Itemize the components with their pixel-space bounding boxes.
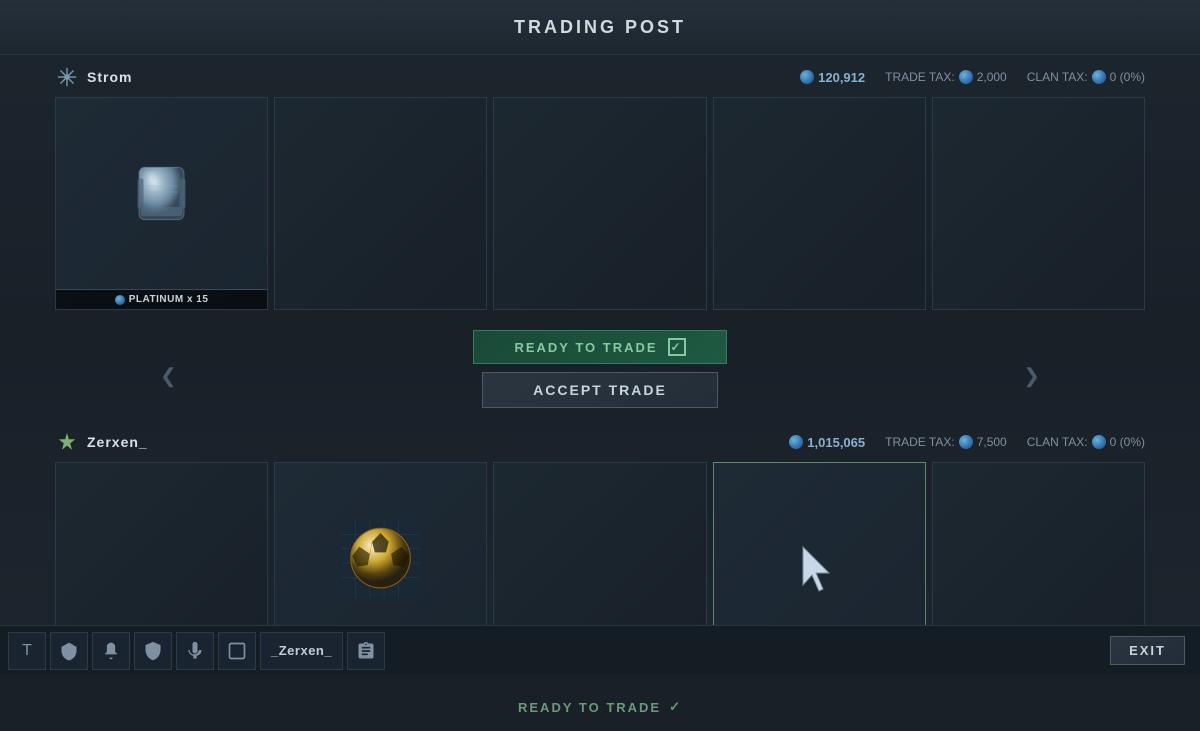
bottom-checkmark-icon: ✓	[669, 691, 682, 723]
player2-tax-info: 1,015,065 TRADE TAX: 7,500 CLAN TAX: 0 (…	[789, 435, 1145, 450]
player1-name-row: Strom	[55, 65, 132, 89]
oberon-blueprint-icon	[338, 517, 423, 602]
taskbar-icon-3[interactable]	[134, 632, 172, 670]
taskbar-square-icon	[227, 641, 247, 661]
player1-icon	[55, 65, 79, 89]
player2-icon	[55, 430, 79, 454]
player1-slot-2[interactable]	[274, 97, 487, 310]
player1-slot-5[interactable]	[932, 97, 1145, 310]
top-bar: TRADING POST	[0, 0, 1200, 55]
ready-checkmark	[668, 338, 686, 356]
plat-icon-p2	[789, 435, 803, 449]
taskbar-bell-icon	[101, 641, 121, 661]
player2-avatar-icon	[56, 431, 78, 453]
taskbar-warframe-icon	[59, 641, 79, 661]
arrow-right-icon: ❯	[1023, 364, 1040, 389]
taskbar-menu-button[interactable]: T	[8, 632, 46, 670]
player2-header: Zerxen_ 1,015,065 TRADE TAX: 7,500 CLAN …	[55, 430, 1145, 454]
plat-icon-1	[800, 70, 814, 84]
cursor-icon	[799, 545, 839, 593]
arrow-left-icon: ❮	[160, 364, 177, 389]
taskbar-icon-6[interactable]	[347, 632, 385, 670]
slot-plat-icon	[115, 295, 125, 305]
bottom-ready-indicator: READY TO TRADE ✓	[55, 683, 1145, 731]
player1-slot-1-label: PLATINUM x 15	[56, 289, 267, 309]
player2-name-row: Zerxen_	[55, 430, 148, 454]
player1-slot-3[interactable]	[493, 97, 706, 310]
player1-section: Strom 120,912 TRADE TAX: 2,000 CLAN TAX:	[0, 55, 1200, 318]
taskbar: T _Zerxen_	[0, 625, 1200, 675]
player2-trade-tax: TRADE TAX: 7,500	[885, 435, 1007, 449]
player1-tax-info: 120,912 TRADE TAX: 2,000 CLAN TAX: 0 (0%…	[800, 70, 1145, 85]
middle-section: ❮ READY TO TRADE ACCEPT TRADE ❯	[0, 318, 1200, 420]
taskbar-clipboard-icon	[356, 641, 376, 661]
taskbar-icon-2[interactable]	[92, 632, 130, 670]
taskbar-icon-1[interactable]	[50, 632, 88, 670]
player1-avatar-icon	[56, 66, 78, 88]
page-title: TRADING POST	[514, 17, 686, 38]
ready-to-trade-button[interactable]: READY TO TRADE	[473, 330, 726, 364]
player1-trade-tax: TRADE TAX: 2,000	[885, 70, 1007, 84]
taskbar-icon-4[interactable]	[176, 632, 214, 670]
player2-balance: 1,015,065	[789, 435, 865, 450]
plat-icon-trade	[959, 70, 973, 84]
player1-item-grid: PLATINUM x 15	[55, 97, 1145, 310]
platinum-image-area	[56, 98, 267, 289]
taskbar-mic-icon	[185, 641, 205, 661]
taskbar-username[interactable]: _Zerxen_	[260, 632, 343, 670]
plat-icon-trade-p2	[959, 435, 973, 449]
plat-icon-clan	[1092, 70, 1106, 84]
accept-trade-button[interactable]: ACCEPT TRADE	[482, 372, 718, 408]
player1-name: Strom	[87, 69, 132, 85]
player2-section: Zerxen_ 1,015,065 TRADE TAX: 7,500 CLAN …	[0, 420, 1200, 731]
player1-balance: 120,912	[800, 70, 865, 85]
player1-header: Strom 120,912 TRADE TAX: 2,000 CLAN TAX:	[55, 65, 1145, 89]
taskbar-icon-5[interactable]	[218, 632, 256, 670]
player1-slot-4[interactable]	[713, 97, 926, 310]
player1-slot-1[interactable]: PLATINUM x 15	[55, 97, 268, 310]
exit-button[interactable]: EXIT	[1110, 636, 1185, 665]
player1-clan-tax: CLAN TAX: 0 (0%)	[1027, 70, 1145, 84]
platinum-sphere-icon	[124, 156, 199, 231]
plat-icon-clan-p2	[1092, 435, 1106, 449]
player2-clan-tax: CLAN TAX: 0 (0%)	[1027, 435, 1145, 449]
taskbar-shield-icon	[143, 641, 163, 661]
player2-name: Zerxen_	[87, 434, 148, 450]
